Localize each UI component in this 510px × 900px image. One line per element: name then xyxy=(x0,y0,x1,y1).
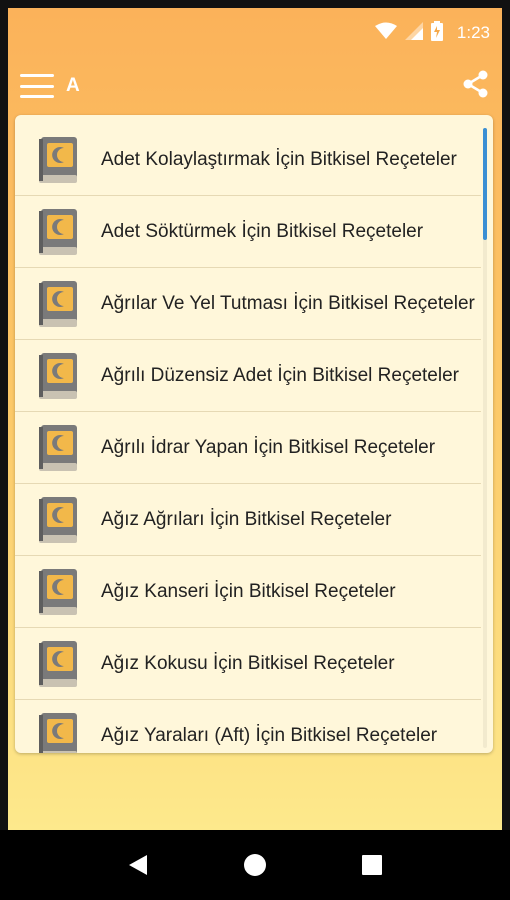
book-crescent-icon xyxy=(37,711,79,753)
list-item-label: Ağız Kokusu İçin Bitkisel Reçeteler xyxy=(101,652,395,674)
book-crescent-icon xyxy=(37,351,79,401)
list-item-label: Adet Söktürmek İçin Bitkisel Reçeteler xyxy=(101,220,424,242)
recipe-list: Adet Kolaylaştırmak İçin Bitkisel Reçete… xyxy=(15,124,481,753)
list-item[interactable]: Ağız Kanseri İçin Bitkisel Reçeteler xyxy=(15,556,481,628)
share-icon[interactable] xyxy=(462,70,490,103)
book-crescent-icon xyxy=(37,567,79,617)
signal-icon xyxy=(404,21,423,45)
list-item-label: Ağız Yaraları (Aft) İçin Bitkisel Reçete… xyxy=(101,724,438,746)
list-item[interactable]: Ağız Yaraları (Aft) İçin Bitkisel Reçete… xyxy=(15,700,481,753)
list-item-label: Ağrılı Düzensiz Adet İçin Bitkisel Reçet… xyxy=(101,364,459,386)
back-icon[interactable] xyxy=(118,845,158,885)
list-item-label: Ağız Kanseri İçin Bitkisel Reçeteler xyxy=(101,580,396,602)
battery-icon xyxy=(430,20,443,46)
book-crescent-icon xyxy=(37,279,79,329)
list-item-label: Adet Kolaylaştırmak İçin Bitkisel Reçete… xyxy=(101,148,457,170)
list-item[interactable]: Ağrılar Ve Yel Tutması İçin Bitkisel Reç… xyxy=(15,268,481,340)
list-item[interactable]: Ağız Ağrıları İçin Bitkisel Reçeteler xyxy=(15,484,481,556)
book-crescent-icon xyxy=(37,495,79,545)
list-item[interactable]: Ağız Kokusu İçin Bitkisel Reçeteler xyxy=(15,628,481,700)
status-time: 1:23 xyxy=(456,23,490,42)
status-bar: 1:23 xyxy=(8,8,502,58)
book-crescent-icon xyxy=(37,423,79,473)
navigation-bar xyxy=(0,830,510,900)
recents-icon[interactable] xyxy=(352,845,392,885)
app-window: 1:23 A Adet Kolaylaştırmak İçin Bitkisel… xyxy=(8,8,502,830)
home-icon[interactable] xyxy=(235,845,275,885)
hamburger-icon[interactable] xyxy=(20,74,54,98)
list-item[interactable]: Ağrılı Düzensiz Adet İçin Bitkisel Reçet… xyxy=(15,340,481,412)
wifi-icon xyxy=(374,22,397,45)
scrollbar[interactable] xyxy=(483,128,487,748)
book-crescent-icon xyxy=(37,135,79,185)
app-bar: A xyxy=(8,58,502,114)
list-item[interactable]: Adet Söktürmek İçin Bitkisel Reçeteler xyxy=(15,196,481,268)
list-item-label: Ağrılar Ve Yel Tutması İçin Bitkisel Reç… xyxy=(101,292,475,314)
app-title: A xyxy=(66,75,80,96)
recipe-list-card: Adet Kolaylaştırmak İçin Bitkisel Reçete… xyxy=(15,115,493,753)
list-item-label: Ağrılı İdrar Yapan İçin Bitkisel Reçetel… xyxy=(101,436,436,458)
book-crescent-icon xyxy=(37,639,79,689)
list-item[interactable]: Adet Kolaylaştırmak İçin Bitkisel Reçete… xyxy=(15,124,481,196)
scrollbar-thumb[interactable] xyxy=(483,128,487,240)
list-item-label: Ağız Ağrıları İçin Bitkisel Reçeteler xyxy=(101,508,392,530)
list-item[interactable]: Ağrılı İdrar Yapan İçin Bitkisel Reçetel… xyxy=(15,412,481,484)
book-crescent-icon xyxy=(37,207,79,257)
